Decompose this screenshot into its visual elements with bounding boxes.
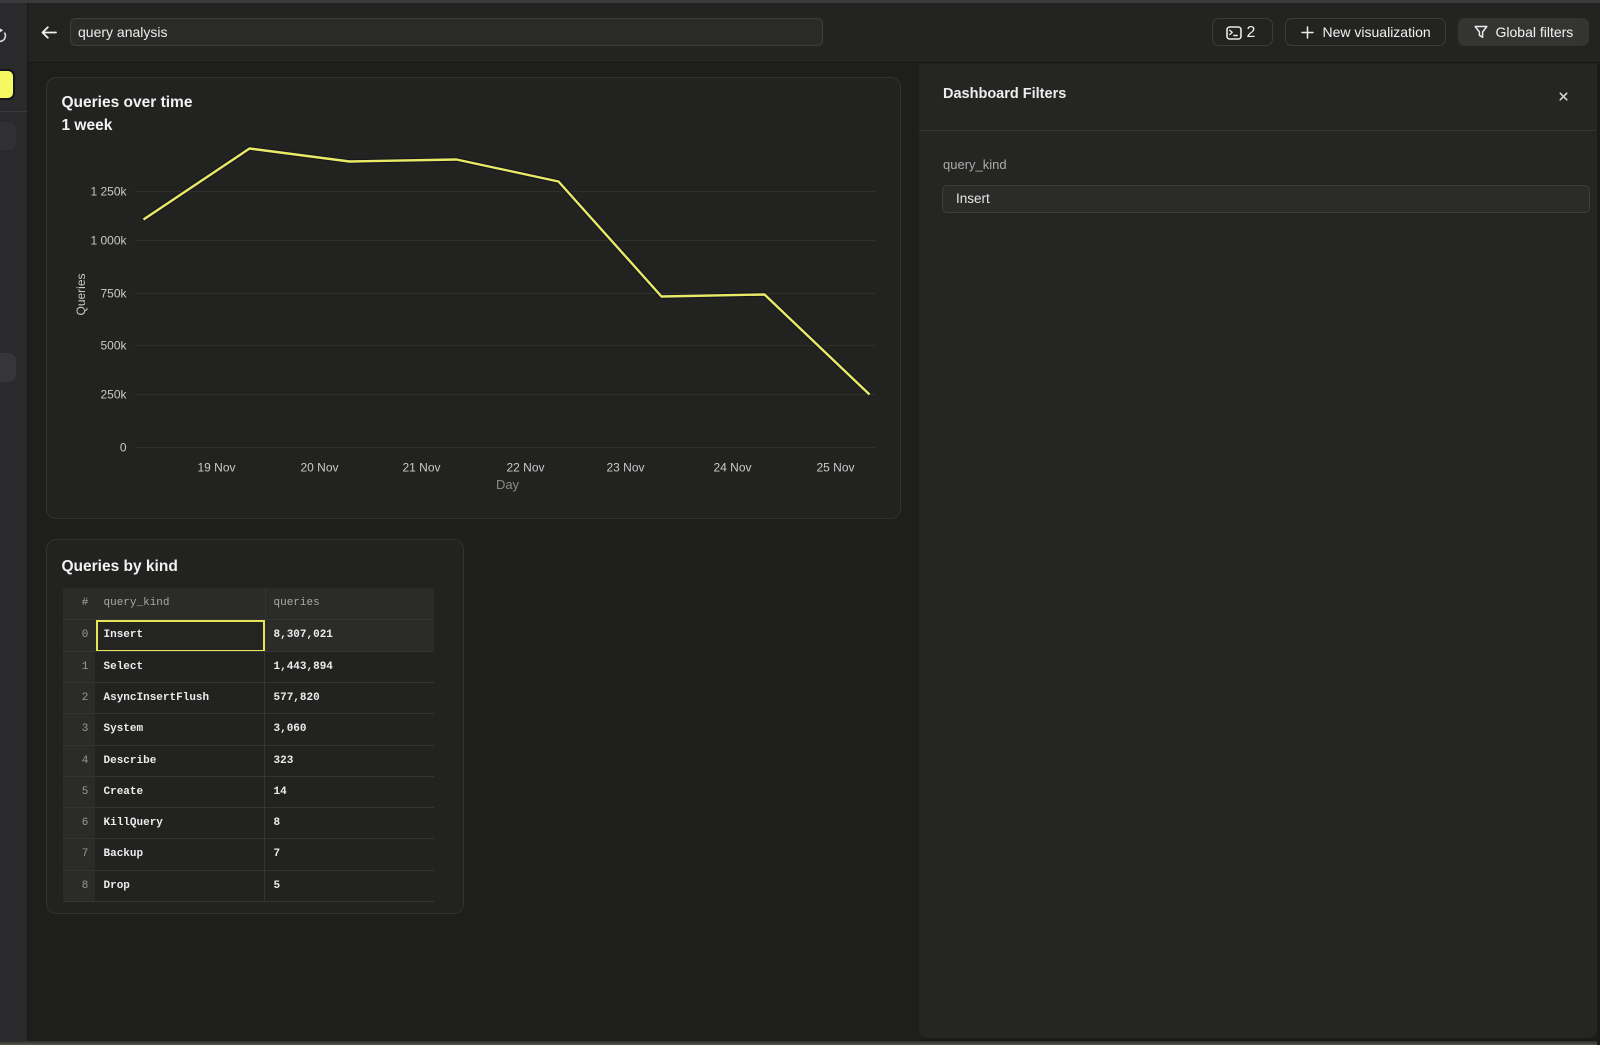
svg-text:Day: Day <box>495 477 519 492</box>
svg-text:22 Nov: 22 Nov <box>506 460 544 474</box>
svg-text:24 Nov: 24 Nov <box>713 460 751 474</box>
svg-text:25 Nov: 25 Nov <box>816 460 854 474</box>
svg-text:1 000k: 1 000k <box>90 233 127 247</box>
svg-text:19 Nov: 19 Nov <box>197 460 235 474</box>
svg-text:0: 0 <box>119 440 126 454</box>
svg-text:21 Nov: 21 Nov <box>402 460 440 474</box>
svg-text:250k: 250k <box>100 387 127 401</box>
svg-text:500k: 500k <box>100 338 127 352</box>
svg-text:20 Nov: 20 Nov <box>300 460 338 474</box>
svg-text:Queries: Queries <box>74 273 88 315</box>
svg-text:23 Nov: 23 Nov <box>606 460 644 474</box>
svg-text:750k: 750k <box>100 286 127 300</box>
svg-text:1 250k: 1 250k <box>90 184 127 198</box>
